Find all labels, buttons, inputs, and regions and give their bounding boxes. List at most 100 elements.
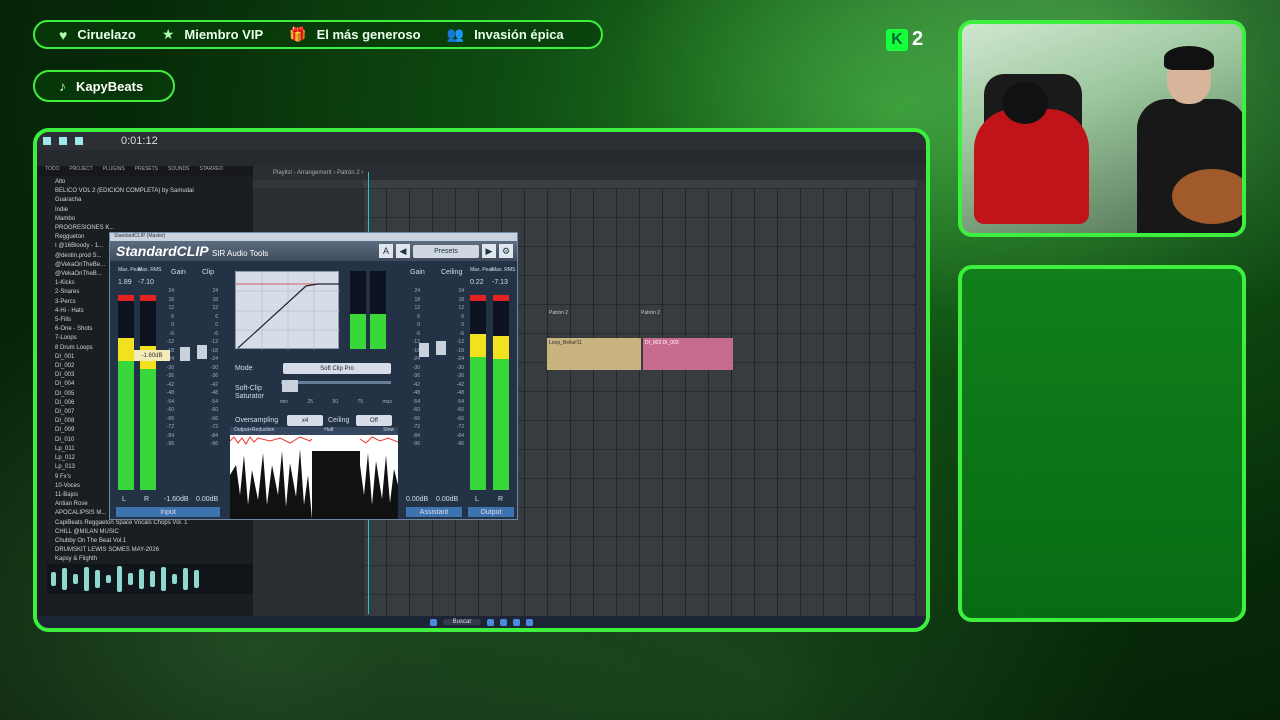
presets-button[interactable]: Presets (413, 244, 479, 258)
waveform-bar (106, 575, 111, 583)
scope-label-slow: Slow (383, 427, 394, 433)
input-button[interactable]: Input (116, 507, 220, 517)
browser-item[interactable]: Guaracha (55, 196, 253, 205)
ceiling-fader[interactable] (436, 341, 446, 355)
scale-tick: -96 (210, 441, 218, 447)
saturator-ticks: min 25 50 75 max (280, 399, 392, 405)
plugin-window-title: StandardCLIP (Master) (110, 233, 517, 241)
start-icon[interactable] (429, 618, 437, 626)
settings-gear-icon[interactable]: ⚙ (499, 244, 513, 258)
fl-toolbar: 0:01:12 (37, 132, 926, 150)
ceiling-value: 0.00dB (436, 496, 459, 503)
output-gain-scale: 24 18 12 6 0 -6 -12 -18 -24 -30 -36 -42 -48 -54 -60 -66… (408, 287, 420, 449)
scale-tick: 24 (414, 288, 420, 294)
out-rms-value: -7.13 (492, 279, 508, 286)
scale-tick: 6 (461, 313, 464, 320)
taskbar-app-icon[interactable] (500, 618, 508, 626)
tab-todo[interactable]: TODO (45, 166, 59, 176)
scale-tick: -48 (166, 390, 174, 396)
meter-clip-indicator (470, 295, 486, 301)
scale-tick: -6 (415, 330, 420, 337)
scale-tick: 12 (212, 305, 218, 311)
timeline-ruler[interactable] (363, 180, 916, 188)
waveform-bar (84, 567, 89, 591)
person-red-jacket (974, 109, 1089, 224)
scale-tick: -60 (412, 407, 420, 413)
input-meter-left (118, 295, 134, 490)
meter-clip-indicator (493, 295, 509, 301)
scale-tick: -84 (166, 432, 174, 439)
scale-tick: -84 (210, 432, 218, 439)
input-gain-fader[interactable] (180, 347, 190, 361)
browser-item[interactable]: Indie (55, 206, 253, 215)
tick-max: max (382, 399, 392, 405)
waveform-bar (62, 568, 67, 590)
record-button[interactable] (75, 137, 83, 145)
person-cap (1002, 82, 1048, 124)
scale-tick: -24 (456, 356, 464, 362)
audio-clip-loop[interactable]: Loop_Bella#11 (547, 338, 641, 370)
scale-tick: 18 (458, 296, 464, 303)
tab-sounds[interactable]: SOUNDS (168, 166, 189, 176)
tab-plugins[interactable]: PLUGINS (103, 166, 125, 176)
in-channel-l: L (122, 496, 126, 503)
taskbar-app-icon[interactable] (513, 618, 521, 626)
taskbar-search[interactable]: Buscar (442, 619, 482, 625)
oversampling-button[interactable]: x4 (287, 415, 323, 426)
ab-compare-button[interactable]: A (379, 244, 393, 258)
scale-tick: -48 (456, 390, 464, 396)
plugin-body: Max. Peak Max. RMS 1.89 -7.10 Gain Clip … (110, 261, 517, 519)
browser-item[interactable]: CHILL @MILAN MUSIC (55, 528, 253, 537)
saturator-label-1: Soft-Clip (235, 385, 262, 392)
alert-label: El más generoso (316, 27, 421, 42)
daw-screen: 0:01:12 TODO PROJECT PLUGINS PRESETS SOU… (33, 128, 930, 632)
assistant-button[interactable]: Assistant (406, 507, 462, 517)
scale-tick: -6 (169, 330, 174, 337)
taskbar-app-icon[interactable] (487, 618, 495, 626)
output-gain-label: Gain (410, 269, 425, 276)
output-gain-fader[interactable] (419, 343, 429, 357)
next-preset-icon[interactable]: ▶ (482, 244, 496, 258)
tab-presets[interactable]: PRESETS (135, 166, 158, 176)
tab-starred[interactable]: STARRED (199, 166, 223, 176)
plugin-header: StandardCLIP SIR Audio Tools A ◀ Presets… (110, 241, 517, 261)
browser-item[interactable]: DRUMSKIT LEWIS SOMES MAY-2026 (55, 546, 253, 555)
mode-dropdown[interactable]: Soft Clip Pro (283, 363, 391, 374)
scale-tick: -42 (166, 381, 174, 388)
scale-tick: 18 (168, 296, 174, 303)
scale-tick: 18 (414, 296, 420, 303)
browser-item[interactable]: Alto (55, 178, 253, 187)
scale-tick: -96 (456, 441, 464, 447)
audio-clip-drums[interactable]: DI_003 DI_003 (643, 338, 733, 370)
guitar (1172, 169, 1242, 224)
waveform-bar (117, 566, 122, 592)
browser-item[interactable]: Mambo (55, 215, 253, 224)
transfer-curve-graph (235, 271, 340, 350)
browser-item[interactable]: BELICO VOL 2 (EDICION COMPLETA) by Samud… (55, 187, 253, 196)
users-icon: 👥 (446, 26, 465, 42)
meter-yellow (493, 336, 509, 359)
person-hair (1164, 46, 1214, 70)
scale-tick: -30 (456, 364, 464, 371)
ceiling-toggle-button[interactable]: Off (356, 415, 392, 426)
browser-item[interactable]: Chubby On The Beat Vol.1 (55, 537, 253, 546)
prev-preset-icon[interactable]: ◀ (396, 244, 410, 258)
scale-tick: 12 (458, 305, 464, 311)
taskbar-app-icon[interactable] (526, 618, 534, 626)
scale-tick: -84 (456, 432, 464, 439)
scale-tick: -18 (456, 347, 464, 354)
scale-tick: -60 (210, 407, 218, 413)
scale-tick: -30 (210, 364, 218, 371)
meter-level (493, 336, 509, 490)
meter-yellow (118, 338, 134, 361)
saturator-slider-handle[interactable] (282, 380, 298, 392)
play-button[interactable] (43, 137, 51, 145)
gift-icon: 🎁 (289, 26, 307, 42)
scale-tick: -66 (166, 415, 174, 422)
scale-tick: -72 (412, 424, 420, 430)
tab-project[interactable]: PROJECT (69, 166, 92, 176)
clip-fader[interactable] (197, 345, 207, 359)
graph-meter-right (370, 271, 386, 349)
stop-button[interactable] (59, 137, 67, 145)
output-button[interactable]: Output (468, 507, 514, 517)
